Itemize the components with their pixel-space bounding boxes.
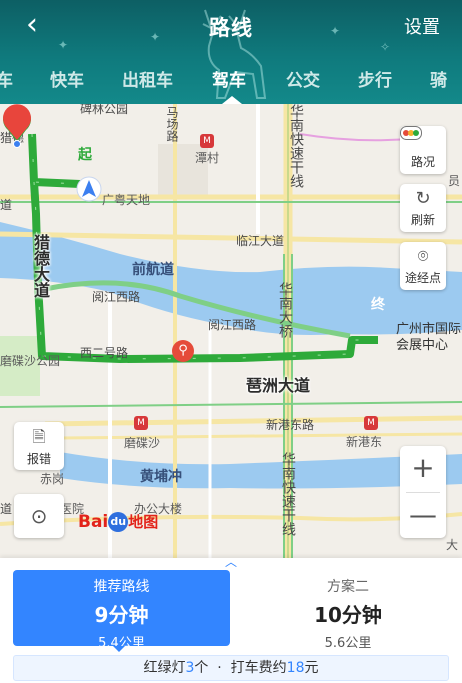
tab-walk[interactable]: 步行 [358, 66, 392, 91]
map-label: 华南快速干线 [288, 104, 304, 188]
map-label: 华南快速干线 [280, 452, 296, 536]
map-label: 西二号路 [80, 346, 129, 360]
refresh-icon: ↻ [415, 188, 431, 209]
refresh-label: 刷新 [410, 213, 435, 227]
tab-taxi[interactable]: 出租车 [122, 66, 173, 91]
report-document-icon: 🗎 [32, 427, 46, 446]
route-map[interactable]: 猎德 道 碑林公园 马场路 广粤天地 M 潭村 猎德大道 临江大道 前航道 阅江… [0, 104, 462, 558]
star-decoration-icon: ✧ [380, 40, 391, 54]
metro-station-icon: M [364, 416, 378, 430]
venue-label: 广州市国际会展中心 [396, 322, 462, 353]
traffic-light-icon [400, 126, 446, 152]
map-label: 新港东 [346, 435, 383, 449]
tab-bus[interactable]: 公交 [286, 66, 320, 91]
plan-time: 9分钟 [94, 603, 149, 627]
route-summary: 红绿灯3个 · 打车费约18元 [13, 655, 449, 681]
plan-distance: 5.6公里 [324, 636, 372, 651]
map-label: 华南大桥 [277, 282, 293, 338]
metro-station-icon: M [134, 416, 148, 430]
map-label: 磨碟沙公园 [0, 354, 61, 368]
plan-name: 推荐路线 [93, 579, 150, 595]
map-logo: Bai du 地图 [78, 511, 158, 532]
selected-plan-pointer [113, 646, 125, 652]
report-error-button[interactable]: 🗎 报错 [14, 422, 64, 470]
plan-time: 10分钟 [314, 603, 382, 627]
paw-icon: du [108, 512, 129, 532]
bike-icon: ⚲ [172, 340, 194, 362]
map-label: 碑林公园 [80, 104, 129, 116]
map-label: 新港东路 [266, 418, 315, 432]
map-label: 员 [448, 174, 461, 188]
map-label: 马场路 [165, 106, 179, 142]
fare-suffix: 元 [304, 660, 319, 676]
report-label: 报错 [26, 452, 51, 466]
metro-station-icon: M [200, 134, 214, 148]
tab-bike-partial[interactable]: 骑 [430, 66, 447, 91]
map-label: 广粤天地 [102, 193, 151, 207]
settings-button[interactable]: 设置 [404, 13, 440, 39]
zoom-in-button[interactable]: + [400, 446, 446, 492]
map-label: 黄埔冲 [140, 469, 182, 485]
zoom-out-button[interactable]: — [400, 493, 446, 539]
start-pin-label: 起 [78, 147, 92, 163]
tab-drive[interactable]: 驾车 [212, 66, 246, 91]
locate-icon: ⊙ [30, 504, 48, 528]
end-pin-label: 终 [371, 297, 385, 313]
map-label: 前航道 [132, 262, 174, 278]
map-label: 琶洲大道 [246, 376, 311, 395]
fare-amount: 18 [286, 660, 305, 676]
logo-text-bai: Bai [78, 512, 109, 532]
transport-tabs: 车 快车 出租车 驾车 公交 步行 骑 [0, 58, 462, 104]
waypoint-pin-icon: ⌾ [417, 246, 429, 267]
plan-alternative[interactable]: 方案二 10分钟 5.6公里 [248, 570, 448, 651]
traffic-lights-suffix: 个 [194, 660, 209, 676]
active-tab-indicator [222, 96, 242, 104]
route-plans-panel: ︿ 推荐路线 9分钟 5.4公里 方案二 10分钟 5.6公里 红绿灯3个 · … [0, 556, 462, 683]
map-label: 阅江西路 [92, 290, 141, 304]
map-label: 阅江西路 [208, 318, 257, 332]
map-label: 临江大道 [236, 234, 285, 248]
tab-express[interactable]: 快车 [50, 66, 84, 91]
map-label: 道 [0, 198, 13, 212]
plan-recommended[interactable]: 推荐路线 9分钟 5.4公里 [13, 570, 230, 651]
waypoint-button[interactable]: ⌾ 途经点 [400, 242, 446, 290]
map-label: 赤岗 [40, 472, 65, 486]
map-label: 大 [446, 538, 459, 552]
map-label: 磨碟沙 [124, 436, 161, 450]
zoom-control: + — [400, 446, 446, 538]
end-pin-icon [2, 104, 32, 148]
page-title: 路线 [209, 16, 253, 40]
plan-name: 方案二 [327, 579, 369, 595]
header-bar: ✦ ✦ ✦ ✧ ‹ 路线 设置 车 快车 出租车 驾车 公交 步行 骑 [0, 0, 462, 104]
traffic-label: 路况 [410, 155, 435, 169]
waypoint-label: 途经点 [404, 271, 441, 285]
traffic-lights-prefix: 红绿灯 [143, 660, 186, 676]
tab-car-partial[interactable]: 车 [0, 66, 13, 91]
locate-button[interactable]: ⊙ [14, 494, 64, 538]
logo-text: 地图 [128, 513, 159, 531]
traffic-button[interactable]: 路况 [400, 126, 446, 174]
current-location-icon [76, 176, 102, 202]
fare-prefix: 打车费约 [230, 660, 287, 676]
expand-panel-chevron-icon[interactable]: ︿ [222, 556, 240, 568]
map-label: 猎德大道 [31, 234, 50, 298]
refresh-button[interactable]: ↻ 刷新 [400, 184, 446, 232]
map-label: 潭村 [195, 151, 220, 165]
map-label: 道 [0, 502, 13, 516]
